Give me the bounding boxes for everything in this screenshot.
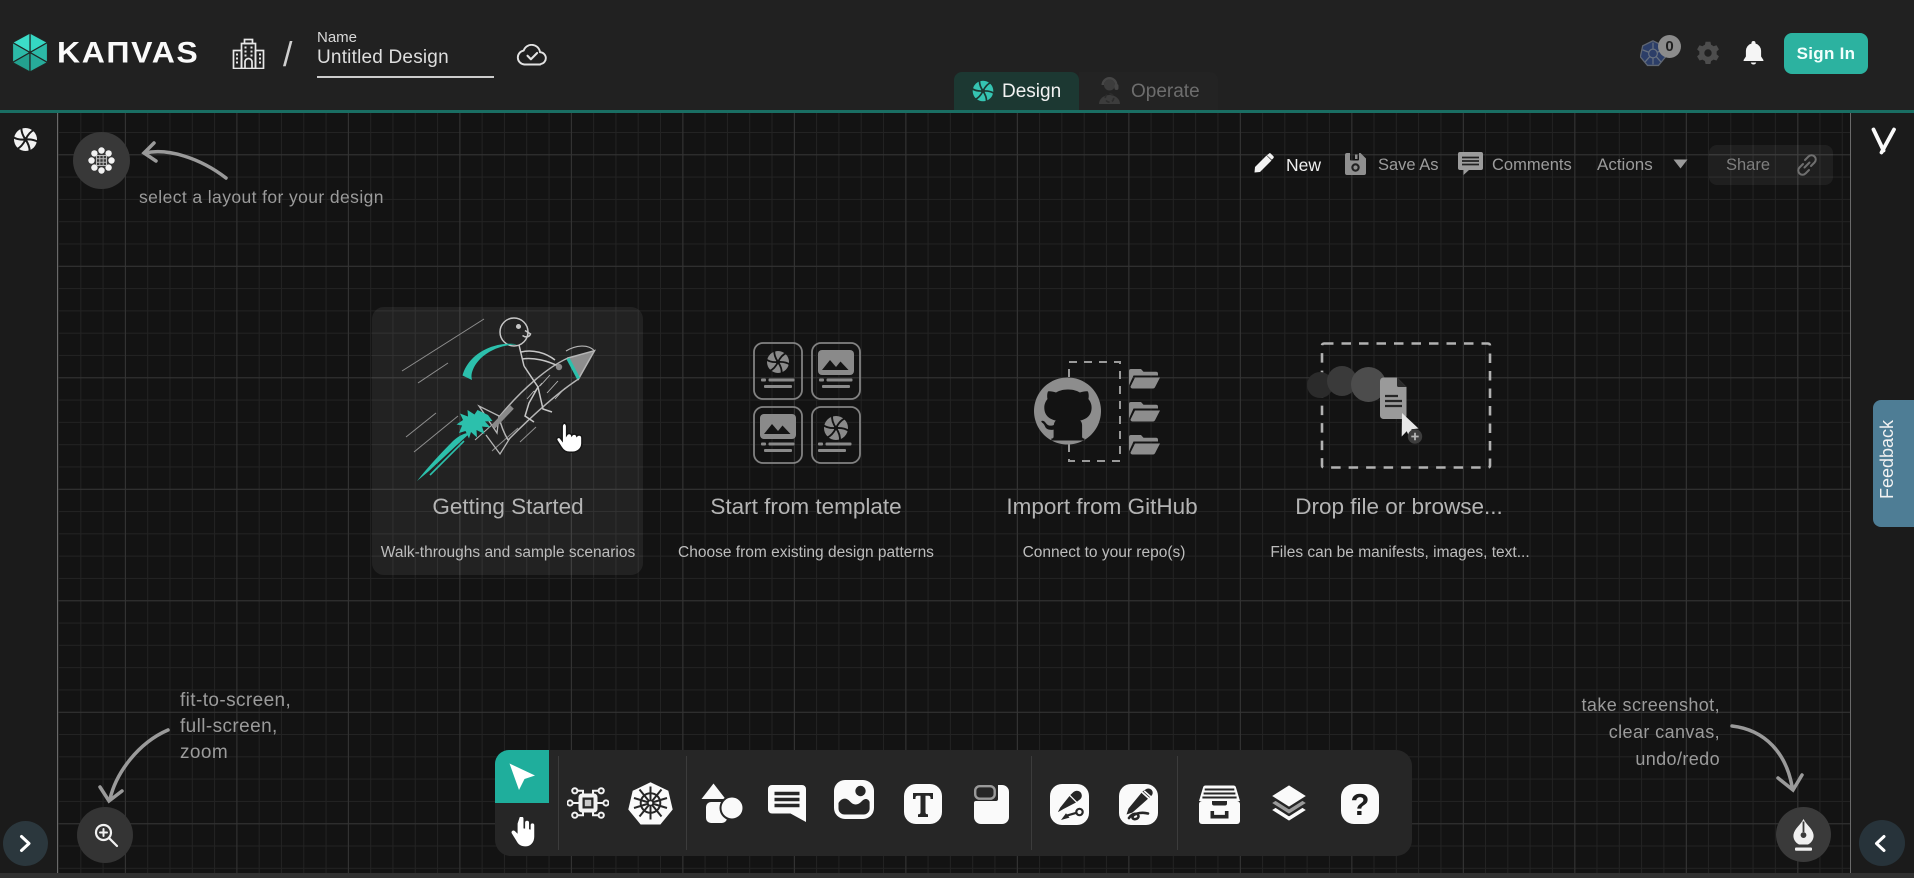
svg-text:?: ? (1351, 787, 1370, 822)
